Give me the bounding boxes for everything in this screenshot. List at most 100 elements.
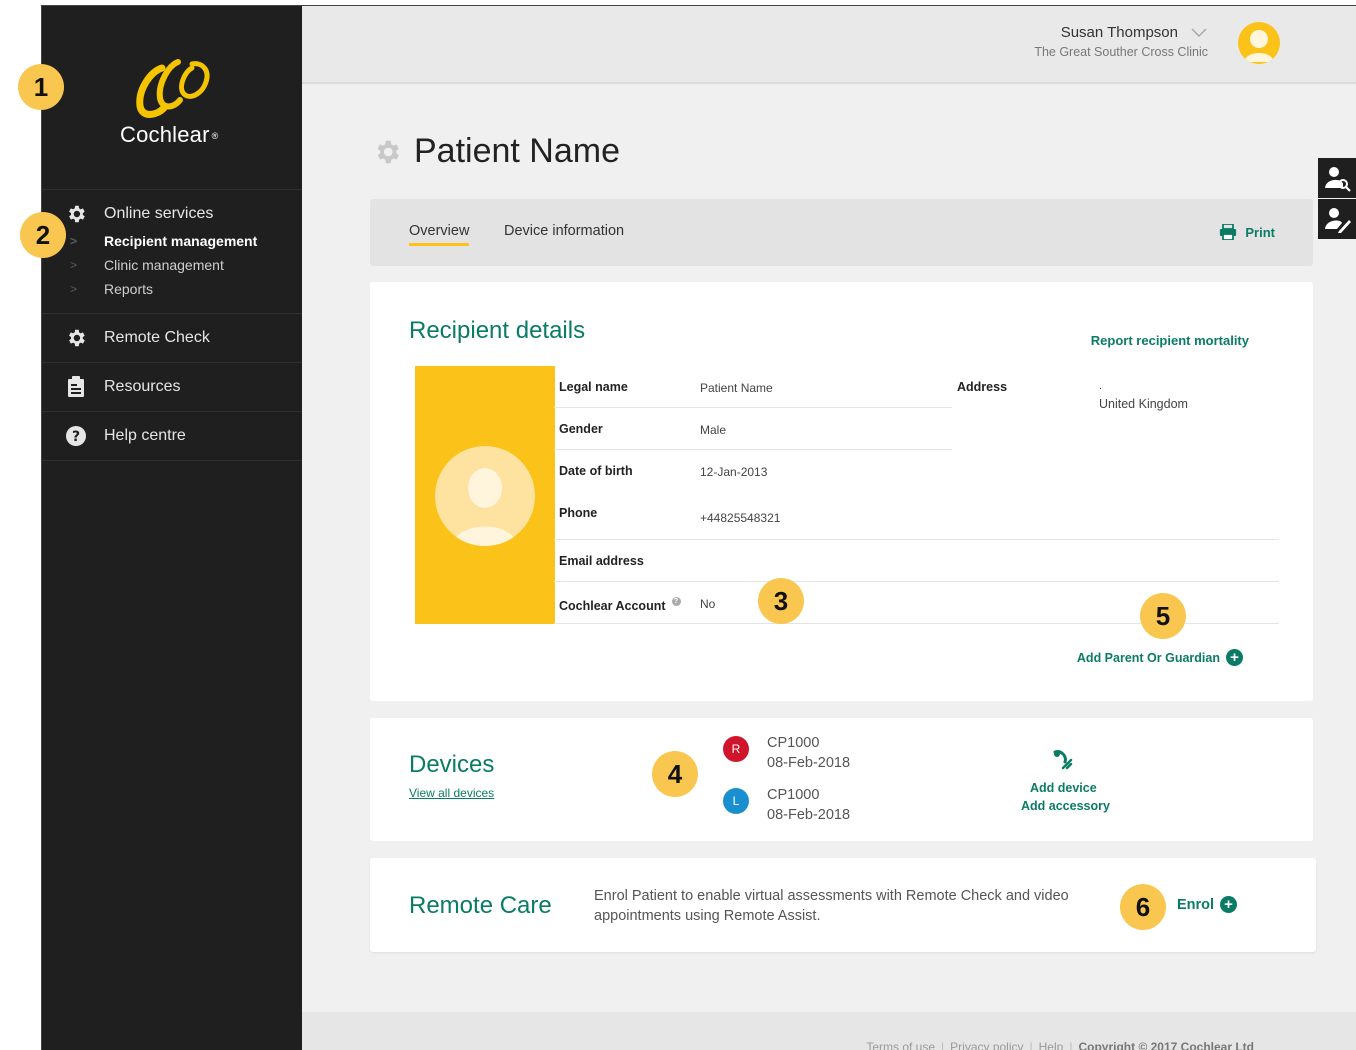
recipient-details-card: Recipient details Report recipient morta… — [370, 282, 1313, 701]
callout-3: 3 — [758, 578, 804, 624]
nav-item-recipient-management[interactable]: > Recipient management — [42, 229, 302, 253]
address-label: Address — [957, 380, 1008, 394]
footer-separator: | — [941, 1040, 945, 1050]
nav-online-services-header[interactable]: Online services — [42, 202, 302, 226]
sidebar: Cochlear ® Online services > Recipient man… — [42, 6, 302, 1050]
nav-remote-check-label: Remote Check — [104, 329, 210, 346]
tab-overview[interactable]: Overview — [409, 223, 470, 246]
chevron-right-icon: > — [70, 258, 78, 272]
print-label: Print — [1245, 224, 1275, 240]
detail-value: No — [700, 597, 716, 611]
chevron-right-icon: > — [70, 234, 78, 248]
detail-label: Date of birth — [559, 464, 633, 478]
help-icon: ? — [62, 424, 90, 448]
tabs-bar: Overview Device information Print — [370, 199, 1313, 266]
brand-name: Cochlear — [120, 122, 210, 147]
nav-help-centre-label: Help centre — [104, 427, 186, 444]
remote-care-description: Enrol Patient to enable virtual assessme… — [594, 888, 1069, 924]
detail-label: Gender — [559, 422, 603, 436]
recipient-details-title: Recipient details — [409, 317, 586, 344]
detail-row-email: Email address — [554, 540, 1279, 582]
address-country: United Kingdom — [1099, 397, 1188, 411]
help-icon[interactable]: ? — [671, 597, 681, 606]
device-model[interactable]: CP1000 — [767, 735, 819, 751]
callout-4: 4 — [652, 751, 698, 797]
device-add-icon[interactable] — [1051, 748, 1075, 777]
callout-2: 2 — [20, 212, 66, 258]
cochlear-logo[interactable]: Cochlear ® — [42, 6, 302, 190]
view-all-devices-link[interactable]: View all devices — [409, 786, 494, 800]
top-bar: Susan Thompson The Great Souther Cross C… — [302, 6, 1356, 84]
device-side-badge-left: L — [723, 788, 749, 814]
user-avatar-icon[interactable] — [1238, 22, 1280, 64]
nav-item-label: Recipient management — [104, 233, 258, 249]
remote-care-card: Remote Care Enrol Patient to enable virt… — [370, 858, 1316, 952]
svg-text:?: ? — [72, 429, 80, 445]
device-side-badge-right: R — [723, 736, 749, 762]
user-name[interactable]: Susan Thompson — [1061, 24, 1178, 41]
gear-icon — [62, 326, 90, 350]
tab-device-information[interactable]: Device information — [504, 223, 624, 239]
plus-circle-icon: + — [1226, 649, 1243, 666]
nav-item-clinic-management[interactable]: > Clinic management — [42, 253, 302, 277]
nav-resources-label: Resources — [104, 378, 181, 395]
chevron-down-icon[interactable] — [1191, 25, 1207, 41]
resources-icon — [62, 375, 90, 399]
nav-help-centre-header[interactable]: ? Help centre — [42, 424, 302, 448]
add-guardian-button[interactable]: Add Parent Or Guardian + — [1077, 649, 1243, 666]
address-line: . — [1099, 380, 1103, 392]
nav-resources-header[interactable]: Resources — [42, 375, 302, 399]
enrol-label: Enrol — [1177, 896, 1215, 913]
footer-separator: | — [1069, 1040, 1073, 1050]
nav-remote-check-header[interactable]: Remote Check — [42, 326, 302, 350]
detail-value: +44825548321 — [700, 511, 781, 525]
add-accessory-link[interactable]: Add accessory — [1021, 799, 1110, 813]
report-mortality-link[interactable]: Report recipient mortality — [1091, 333, 1249, 348]
nav-item-reports[interactable]: > Reports — [42, 277, 302, 301]
devices-card: Devices View all devices R CP1000 08-Feb… — [370, 718, 1313, 841]
chevron-right-icon: > — [70, 282, 78, 296]
help-link[interactable]: Help — [1039, 1040, 1064, 1050]
terms-link[interactable]: Terms of use — [866, 1040, 935, 1050]
nav-online-services-submenu: > Recipient management > Clinic management… — [42, 229, 302, 301]
page-title: Patient Name — [372, 132, 620, 171]
recipient-photo — [415, 366, 555, 624]
detail-label: Legal name — [559, 380, 628, 394]
page-title-text: Patient Name — [414, 132, 620, 170]
detail-row-date-of-birth: Date of birth 12-Jan-2013 — [554, 450, 952, 492]
nav-online-services-label: Online services — [104, 205, 214, 222]
gear-icon — [372, 137, 402, 167]
detail-row-gender: Gender Male — [554, 408, 952, 450]
footer: Terms of use | Privacy policy | Help | Copyrig… — [302, 1012, 1356, 1050]
patient-search-button[interactable] — [1318, 158, 1356, 198]
nav-remote-check: Remote Check — [42, 314, 302, 363]
add-device-link[interactable]: Add device — [1030, 781, 1097, 795]
add-guardian-label: Add Parent Or Guardian — [1076, 650, 1220, 665]
patient-edit-button[interactable] — [1318, 199, 1356, 239]
copyright: Copyright © 2017 Cochlear Ltd — [1078, 1040, 1254, 1050]
registered-mark: ® — [211, 131, 219, 141]
nav-online-services: Online services > Recipient management > C… — [42, 190, 302, 314]
footer-separator: | — [1029, 1040, 1033, 1050]
print-button[interactable]: Print — [1219, 224, 1275, 240]
nav-item-label: Clinic management — [104, 257, 224, 273]
plus-circle-icon: + — [1220, 896, 1238, 913]
patient-search-icon — [1325, 167, 1351, 192]
nav-item-label: Reports — [104, 281, 154, 297]
user-avatar-icon — [435, 446, 535, 546]
footer-links: Terms of use | Privacy policy | Help | Copyrig… — [866, 1040, 1254, 1050]
cochlear-swirl-icon — [136, 59, 210, 118]
callout-1: 1 — [18, 64, 64, 110]
privacy-link[interactable]: Privacy policy — [950, 1040, 1023, 1050]
detail-value: Male — [700, 423, 727, 437]
nav-resources: Resources — [42, 363, 302, 412]
callout-6: 6 — [1120, 884, 1166, 930]
device-model[interactable]: CP1000 — [767, 787, 819, 803]
detail-label: Cochlear Account — [559, 599, 666, 613]
remote-care-title: Remote Care — [409, 892, 552, 919]
devices-title: Devices — [409, 751, 495, 778]
print-icon — [1220, 224, 1237, 240]
detail-row-legal-name: Legal name Patient Name — [554, 366, 952, 408]
enrol-button[interactable]: Enrol + — [1177, 896, 1238, 913]
detail-label: Email address — [559, 554, 644, 568]
